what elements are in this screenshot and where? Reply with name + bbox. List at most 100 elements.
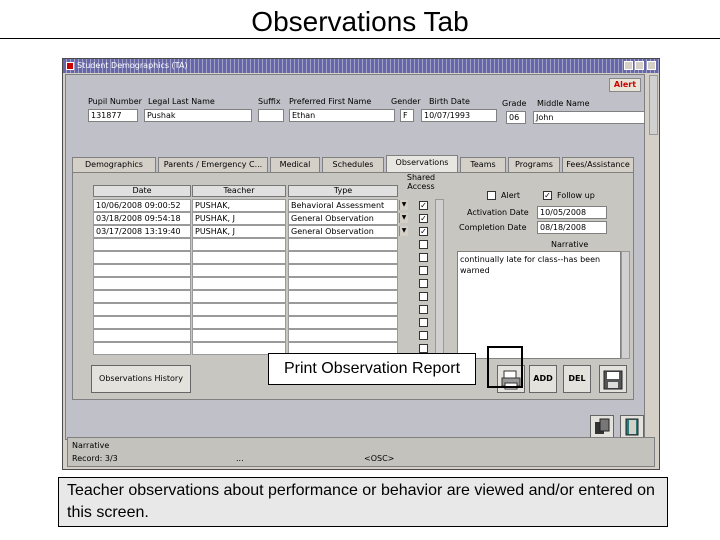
table-row[interactable] [93,251,433,264]
teacher-cell[interactable] [192,290,286,303]
record-indicator: Record: 3/3 [72,454,118,463]
tab-teams[interactable]: Teams [460,157,506,172]
tab-schedules[interactable]: Schedules [322,157,384,172]
shared-access-checkbox[interactable]: ✓ [419,214,428,223]
type-cell[interactable] [288,329,398,342]
add-button[interactable]: ADD [529,365,557,393]
tab-observations[interactable]: Observations [386,155,458,172]
table-row[interactable]: 10/06/2008 09:00:52 PUSHAK, Behavioral Ass… [93,199,433,212]
exit-button[interactable] [620,415,644,439]
narrative-label: Narrative [551,240,589,249]
activation-date-field[interactable]: 10/05/2008 [537,206,607,219]
table-row[interactable] [93,238,433,251]
date-cell[interactable] [93,329,191,342]
maximize-icon[interactable] [635,61,644,70]
follow-up-checkbox[interactable]: ✓ [543,191,552,200]
teacher-cell[interactable] [192,277,286,290]
shared-access-checkbox[interactable] [419,305,428,314]
date-cell[interactable] [93,316,191,329]
del-button[interactable]: DEL [563,365,591,393]
tab-medical[interactable]: Medical [270,157,320,172]
teacher-cell[interactable]: PUSHAK, J [192,225,286,238]
table-row[interactable] [93,303,433,316]
birth-date-field[interactable]: 10/07/1993 [421,109,497,122]
grade-field[interactable]: 06 [506,111,526,124]
type-cell[interactable] [288,316,398,329]
completion-date-field[interactable]: 08/18/2008 [537,221,607,234]
gender-field[interactable]: F [400,109,414,122]
date-cell[interactable]: 03/18/2008 09:54:18 [93,212,191,225]
type-dropdown-icon[interactable]: ▼ [399,226,408,236]
shared-access-checkbox[interactable]: ✓ [419,227,428,236]
table-row[interactable] [93,290,433,303]
alert-button[interactable]: Alert [609,78,641,92]
shared-access-checkbox[interactable] [419,318,428,327]
close-icon[interactable] [647,61,656,70]
teacher-cell[interactable] [192,303,286,316]
date-cell[interactable] [93,277,191,290]
slide-title: Observations Tab [251,6,469,37]
save-button[interactable] [599,365,627,393]
date-cell[interactable] [93,251,191,264]
teacher-cell[interactable]: PUSHAK, [192,199,286,212]
table-row[interactable] [93,264,433,277]
shared-access-checkbox[interactable]: ✓ [419,201,428,210]
middle-name-field[interactable]: John [533,111,645,124]
type-cell[interactable] [288,290,398,303]
narrative-scrollbar[interactable] [621,251,630,359]
date-cell[interactable] [93,290,191,303]
teacher-cell[interactable]: PUSHAK, J [192,212,286,225]
type-cell[interactable]: General Observation [288,225,398,238]
date-cell[interactable] [93,303,191,316]
shared-access-checkbox[interactable] [419,279,428,288]
teacher-cell[interactable] [192,329,286,342]
table-row[interactable] [93,277,433,290]
form-scrollbar[interactable] [649,75,658,135]
date-cell[interactable] [93,342,191,355]
legal-last-name-field[interactable]: Pushak [144,109,252,122]
teacher-cell[interactable] [192,238,286,251]
teacher-cell[interactable] [192,316,286,329]
narrative-textarea[interactable]: continually late for class--has been war… [457,251,621,359]
table-row[interactable] [93,329,433,342]
copy-button[interactable] [590,415,614,439]
shared-access-checkbox[interactable] [419,331,428,340]
type-dropdown-icon[interactable]: ▼ [399,200,408,210]
table-row[interactable]: 03/17/2008 13:19:40 PUSHAK, J General Obse… [93,225,433,238]
type-cell[interactable] [288,251,398,264]
table-row[interactable] [93,316,433,329]
type-cell[interactable]: Behavioral Assessment [288,199,398,212]
teacher-cell[interactable] [192,251,286,264]
shared-access-checkbox[interactable] [419,344,428,353]
tab-demographics[interactable]: Demographics [72,157,156,172]
type-cell[interactable] [288,238,398,251]
table-row[interactable]: 03/18/2008 09:54:18 PUSHAK, J General Obse… [93,212,433,225]
preferred-first-name-field[interactable]: Ethan [289,109,395,122]
suffix-field[interactable] [258,109,284,122]
type-dropdown-icon[interactable]: ▼ [399,213,408,223]
pupil-number-field[interactable]: 131877 [88,109,138,122]
date-cell[interactable] [93,264,191,277]
alert-checkbox[interactable] [487,191,496,200]
type-cell[interactable] [288,264,398,277]
shared-access-checkbox[interactable] [419,292,428,301]
tab-programs[interactable]: Programs [508,157,560,172]
pupil-number-label: Pupil Number [88,97,142,106]
type-cell[interactable]: General Observation [288,212,398,225]
type-cell[interactable] [288,303,398,316]
date-cell[interactable] [93,238,191,251]
status-bar: Narrative Record: 3/3 ... <OSC> [67,437,655,467]
preferred-first-name-label: Preferred First Name [289,97,372,106]
type-cell[interactable] [288,277,398,290]
date-cell[interactable]: 03/17/2008 13:19:40 [93,225,191,238]
shared-access-checkbox[interactable] [419,266,428,275]
date-cell[interactable]: 10/06/2008 09:00:52 [93,199,191,212]
tab-fees-assistance[interactable]: Fees/Assistance [562,157,634,172]
tab-parents-emergency[interactable]: Parents / Emergency C... [158,157,268,172]
shared-access-checkbox[interactable] [419,253,428,262]
teacher-cell[interactable] [192,264,286,277]
minimize-icon[interactable] [624,61,633,70]
observations-history-button[interactable]: Observations History [91,365,191,393]
shared-access-checkbox[interactable] [419,240,428,249]
grid-scrollbar[interactable] [435,199,444,355]
